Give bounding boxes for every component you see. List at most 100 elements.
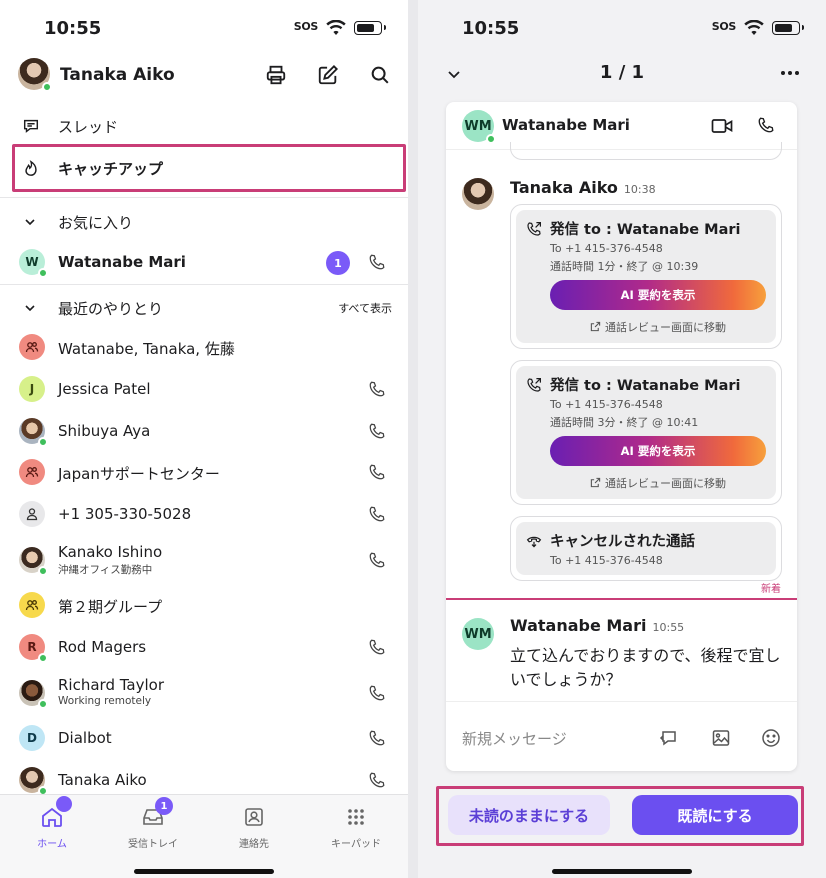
avatar: D xyxy=(19,725,45,751)
tab-label: 受信トレイ xyxy=(128,839,178,850)
avatar: R xyxy=(19,634,48,663)
quick-reply-icon[interactable] xyxy=(659,728,679,748)
list-item[interactable]: Richard Taylor Working remotely xyxy=(0,673,408,715)
home-indicator xyxy=(552,869,692,874)
contact-name: Tanaka Aiko xyxy=(58,771,147,789)
contact-name: +1 305-330-5028 xyxy=(58,505,192,523)
list-item[interactable]: Shibuya Aya xyxy=(0,411,408,453)
more-icon[interactable] xyxy=(780,70,800,76)
list-item[interactable]: Japanサポートセンター xyxy=(0,452,408,494)
call-title: 発信 to : Watanabe Mari xyxy=(550,222,741,238)
new-messages-label: 新着 xyxy=(761,584,781,595)
avatar xyxy=(19,767,48,796)
phone-icon[interactable] xyxy=(368,253,386,271)
status-time: 10:55 xyxy=(44,18,102,39)
favorites-header[interactable]: お気に入り xyxy=(0,202,408,242)
call-review-link[interactable]: 通話レビュー画面に移動 xyxy=(550,319,766,335)
user-avatar[interactable] xyxy=(18,58,52,92)
status-bar: 10:55 SOS xyxy=(0,0,408,58)
tab-label: キーパッド xyxy=(331,839,381,850)
person-icon xyxy=(26,508,38,521)
cancelled-call-card[interactable]: キャンセルされた通話 To +1 415-376-4548 xyxy=(510,516,782,581)
group-avatar xyxy=(19,459,45,485)
call-detail: 通話時間 3分・終了 @ 10:41 xyxy=(550,416,699,429)
contacts-icon xyxy=(245,808,263,826)
action-bar: 未読のままにする 既読にする xyxy=(418,784,826,878)
list-item[interactable]: Watanabe, Tanaka, 佐藤 xyxy=(0,327,408,369)
call-log-card[interactable]: 発信 to : Watanabe Mari To +1 415-376-4548… xyxy=(510,360,782,505)
contact-status: 沖縄オフィス勤務中 xyxy=(58,564,153,576)
left-screen: 10:55 SOS Tanaka Aiko スレッド キャッチアップ お気に入り… xyxy=(0,0,408,878)
previous-card-edge xyxy=(510,142,782,160)
phone-icon[interactable] xyxy=(368,422,386,440)
phone-icon[interactable] xyxy=(368,380,386,398)
message-text: 立て込んでおりますので、後程で宜しいでしょうか？ xyxy=(510,646,781,689)
inbox-badge: 1 xyxy=(155,797,173,815)
list-item[interactable]: J Jessica Patel xyxy=(0,369,408,411)
list-item[interactable]: +1 305-330-5028 xyxy=(0,494,408,536)
emoji-icon[interactable] xyxy=(761,728,781,748)
phone-icon[interactable] xyxy=(368,505,386,523)
unread-count-badge: 1 xyxy=(326,251,350,275)
list-item[interactable]: R Rod Magers xyxy=(0,627,408,669)
call-review-link[interactable]: 通話レビュー画面に移動 xyxy=(550,475,766,491)
image-icon[interactable] xyxy=(711,728,731,748)
home-indicator xyxy=(134,869,274,874)
message-sender: Tanaka Aiko 10:38 xyxy=(510,178,656,197)
avatar: J xyxy=(19,376,45,402)
contact-name: 第２期グループ xyxy=(58,598,163,616)
call-title: キャンセルされた通話 xyxy=(550,534,695,550)
call-detail: 通話時間 1分・終了 @ 10:39 xyxy=(550,260,699,273)
message-input[interactable]: 新規メッセージ xyxy=(462,728,567,749)
conversation-title: Watanabe Mari xyxy=(502,116,630,134)
recent-title: 最近のやりとり xyxy=(58,299,164,318)
recent-header[interactable]: 最近のやりとり すべて表示 xyxy=(0,288,408,328)
nav-threads[interactable]: スレッド xyxy=(0,112,408,140)
tab-keypad[interactable]: キーパッド xyxy=(316,805,396,850)
tab-label: ホーム xyxy=(37,839,67,850)
avatar xyxy=(19,680,48,709)
chevron-down-icon xyxy=(25,305,35,312)
list-item[interactable]: 第２期グループ xyxy=(0,585,408,627)
video-call-icon[interactable] xyxy=(711,117,733,135)
avatar: WM xyxy=(462,110,496,144)
battery-icon xyxy=(772,21,804,35)
ai-summary-button[interactable]: AI 要約を表示 xyxy=(550,436,766,466)
page-indicator: 1 / 1 xyxy=(599,62,645,83)
phone-icon[interactable] xyxy=(368,551,386,569)
phone-icon[interactable] xyxy=(368,684,386,702)
phone-icon[interactable] xyxy=(368,729,386,747)
message-sender: Watanabe Mari 10:55 xyxy=(510,616,685,635)
printer-icon[interactable] xyxy=(265,64,287,86)
phone-icon[interactable] xyxy=(757,116,775,134)
message-time: 10:55 xyxy=(652,621,685,634)
phone-icon[interactable] xyxy=(368,463,386,481)
list-item[interactable]: Kanako Ishino 沖縄オフィス勤務中 xyxy=(0,540,408,582)
list-item-favorite[interactable]: W Watanabe Mari 1 xyxy=(0,242,408,284)
conversation-card: WM Watanabe Mari Tanaka Aiko 10:38 発信 to … xyxy=(446,102,797,771)
divider xyxy=(0,284,408,285)
group-icon xyxy=(25,600,39,611)
ai-summary-button[interactable]: AI 要約を表示 xyxy=(550,280,766,310)
right-screen: 10:55 SOS 1 / 1 WM Watanabe Mari Tanaka … xyxy=(418,0,826,878)
chevron-down-icon xyxy=(25,219,35,226)
divider xyxy=(0,197,408,198)
tab-contacts[interactable]: 連絡先 xyxy=(214,805,294,850)
call-number: To +1 415-376-4548 xyxy=(550,554,663,567)
search-icon[interactable] xyxy=(369,64,391,86)
group-avatar xyxy=(19,592,45,618)
list-item[interactable]: D Dialbot xyxy=(0,718,408,760)
outgoing-call-icon xyxy=(527,377,541,392)
contact-status: Working remotely xyxy=(58,695,152,707)
compose-icon[interactable] xyxy=(317,64,339,86)
phone-icon[interactable] xyxy=(368,771,386,789)
tab-inbox[interactable]: 1 受信トレイ xyxy=(113,797,193,850)
phone-icon[interactable] xyxy=(368,638,386,656)
tab-bar: ホーム 1 受信トレイ 連絡先 キーパッド xyxy=(0,794,408,878)
see-all-link[interactable]: すべて表示 xyxy=(338,300,392,316)
call-log-card[interactable]: 発信 to : Watanabe Mari To +1 415-376-4548… xyxy=(510,204,782,349)
tab-home[interactable]: ホーム xyxy=(12,796,92,850)
contact-name: Kanako Ishino xyxy=(58,543,163,561)
sos-indicator: SOS xyxy=(293,20,319,33)
contact-name: Watanabe, Tanaka, 佐藤 xyxy=(58,340,235,358)
